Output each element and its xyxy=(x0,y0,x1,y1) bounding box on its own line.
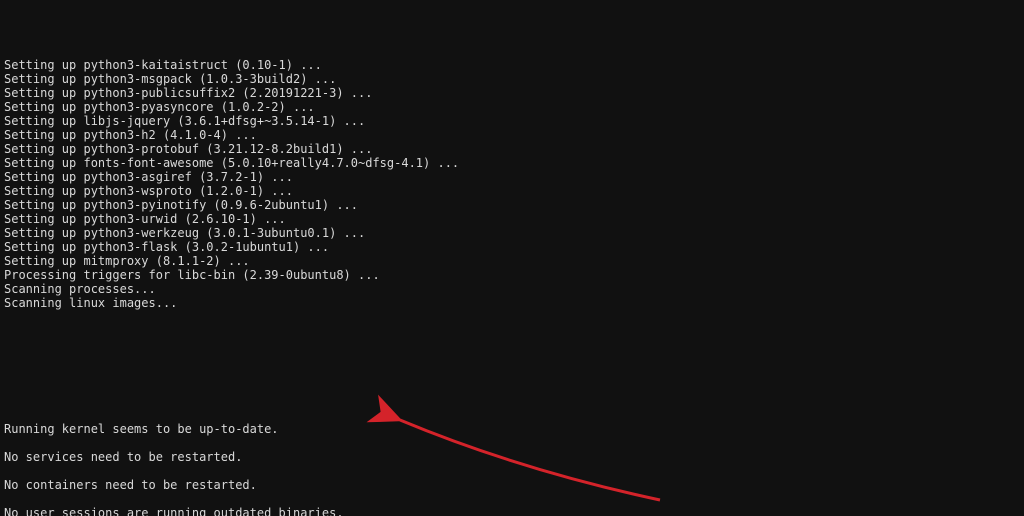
output-line: Scanning linux images... xyxy=(4,296,1020,310)
status-block: Running kernel seems to be up-to-date. No… xyxy=(4,422,1020,516)
blank-line xyxy=(4,352,1020,366)
output-line: Setting up python3-protobuf (3.21.12-8.2… xyxy=(4,142,1020,156)
output-line: Setting up mitmproxy (8.1.1-2) ... xyxy=(4,254,1020,268)
output-line: No user sessions are running outdated bi… xyxy=(4,506,1020,516)
output-line: Setting up python3-pyasyncore (1.0.2-2) … xyxy=(4,100,1020,114)
output-line: No services need to be restarted. xyxy=(4,450,1020,464)
apt-output-block: Setting up python3-kaitaistruct (0.10-1)… xyxy=(4,58,1020,310)
output-line: Setting up python3-asgiref (3.7.2-1) ... xyxy=(4,170,1020,184)
terminal-window[interactable]: Setting up python3-kaitaistruct (0.10-1)… xyxy=(0,0,1024,516)
output-line: Setting up fonts-font-awesome (5.0.10+re… xyxy=(4,156,1020,170)
output-line: Processing triggers for libc-bin (2.39-0… xyxy=(4,268,1020,282)
output-line: Setting up libjs-jquery (3.6.1+dfsg+~3.5… xyxy=(4,114,1020,128)
output-line: Setting up python3-msgpack (1.0.3-3build… xyxy=(4,72,1020,86)
output-line: Setting up python3-publicsuffix2 (2.2019… xyxy=(4,86,1020,100)
output-line: Setting up python3-kaitaistruct (0.10-1)… xyxy=(4,58,1020,72)
output-line: Setting up python3-urwid (2.6.10-1) ... xyxy=(4,212,1020,226)
output-line: Scanning processes... xyxy=(4,282,1020,296)
output-line: No containers need to be restarted. xyxy=(4,478,1020,492)
output-line: Setting up python3-h2 (4.1.0-4) ... xyxy=(4,128,1020,142)
output-line: Running kernel seems to be up-to-date. xyxy=(4,422,1020,436)
output-line: Setting up python3-werkzeug (3.0.1-3ubun… xyxy=(4,226,1020,240)
blank-line xyxy=(4,464,1020,478)
output-line: Setting up python3-flask (3.0.2-1ubuntu1… xyxy=(4,240,1020,254)
output-line: Setting up python3-pyinotify (0.9.6-2ubu… xyxy=(4,198,1020,212)
blank-line xyxy=(4,492,1020,506)
output-line: Setting up python3-wsproto (1.2.0-1) ... xyxy=(4,184,1020,198)
blank-line xyxy=(4,436,1020,450)
